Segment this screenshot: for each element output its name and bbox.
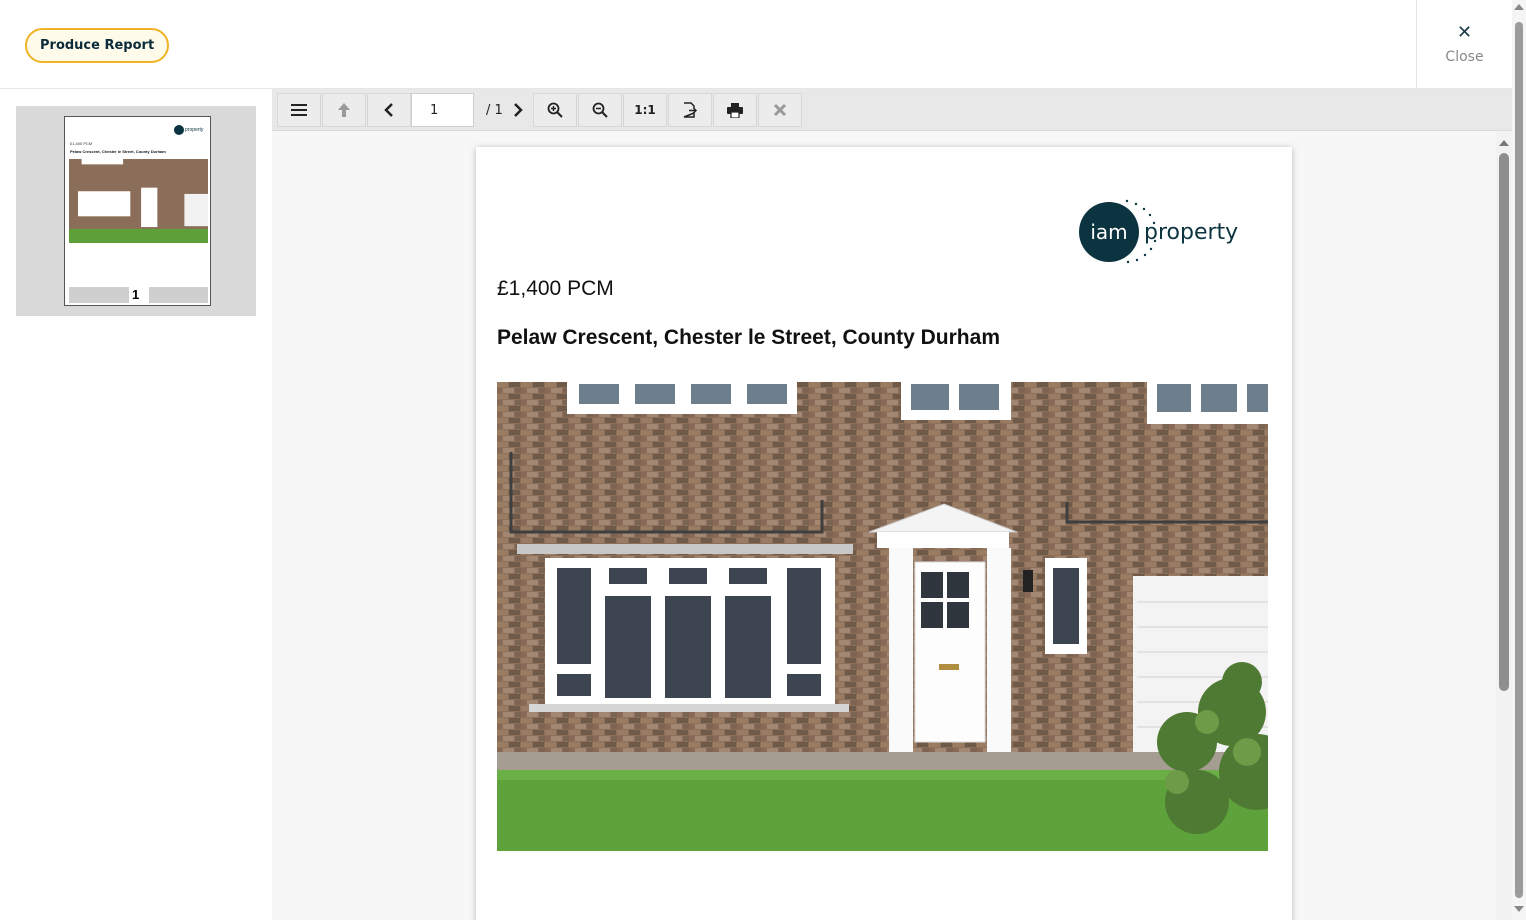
hamburger-menu-icon	[291, 104, 307, 116]
document-scrollbar-thumb[interactable]	[1499, 153, 1509, 691]
svg-text:property: property	[1144, 220, 1238, 245]
page-total: / 1	[486, 103, 503, 118]
toggle-sidebar-button[interactable]	[277, 93, 321, 127]
print-button[interactable]	[713, 93, 757, 127]
page-number-input[interactable]	[411, 93, 474, 127]
export-icon	[683, 102, 698, 118]
property-photo	[497, 382, 1268, 851]
pdf-viewer: / 1 1:1	[272, 89, 1512, 920]
chevron-left-icon	[384, 103, 393, 117]
close-document-button[interactable]	[758, 93, 802, 127]
close-label: Close	[1445, 49, 1484, 65]
thumbnail-footer-left	[69, 287, 129, 303]
next-page-button[interactable]	[504, 93, 532, 127]
thumbnail-sidebar: property £1,400 PCM Pelaw Crescent, Ches…	[0, 89, 272, 920]
page-scrollbar[interactable]	[1512, 0, 1526, 920]
export-button[interactable]	[668, 93, 712, 127]
thumbnail-page: property £1,400 PCM Pelaw Crescent, Ches…	[64, 116, 211, 306]
chevron-right-icon	[514, 103, 523, 117]
previous-page-button[interactable]	[367, 93, 411, 127]
property-price: £1,400 PCM	[497, 277, 614, 300]
thumbnail-price: £1,400 PCM	[70, 141, 93, 146]
property-address: Pelaw Crescent, Chester le Street, Count…	[497, 326, 1000, 349]
thumbnail-address: Pelaw Crescent, Chester le Street, Count…	[70, 149, 166, 154]
produce-report-button[interactable]: Produce Report	[25, 28, 170, 63]
thumbnail-photo	[69, 159, 208, 243]
close-button[interactable]: ✕ Close	[1416, 0, 1512, 89]
zoom-out-icon	[592, 102, 608, 118]
top-header: Produce Report ✕ Close	[0, 0, 1512, 89]
svg-text:iam: iam	[1090, 220, 1127, 244]
document-scrollbar[interactable]	[1496, 131, 1512, 920]
close-x-icon	[773, 103, 787, 117]
scroll-down-arrow-icon[interactable]	[1514, 906, 1524, 912]
arrow-up-icon	[338, 103, 350, 117]
document-scroll-up-icon[interactable]	[1499, 140, 1509, 146]
iam-property-logo: iam property	[1079, 199, 1238, 264]
zoom-in-icon	[547, 102, 563, 118]
document-area[interactable]: iam property £1,400 PCM Pelaw Crescent, …	[272, 131, 1512, 920]
thumbnail-page-number: 1	[132, 287, 140, 302]
actual-size-button[interactable]: 1:1	[623, 93, 667, 127]
zoom-in-button[interactable]	[533, 93, 577, 127]
page-thumbnail[interactable]: property £1,400 PCM Pelaw Crescent, Ches…	[16, 106, 256, 316]
viewer-toolbar: / 1 1:1	[272, 89, 1512, 131]
print-icon	[727, 102, 743, 118]
page-scrollbar-thumb[interactable]	[1515, 22, 1523, 898]
zoom-out-button[interactable]	[578, 93, 622, 127]
actual-size-label: 1:1	[634, 103, 656, 117]
first-page-button[interactable]	[322, 93, 366, 127]
thumbnail-logo: property	[174, 125, 204, 135]
scroll-up-arrow-icon[interactable]	[1514, 4, 1524, 10]
thumbnail-footer-right	[149, 287, 208, 303]
document-page: iam property £1,400 PCM Pelaw Crescent, …	[476, 147, 1292, 920]
close-icon: ✕	[1456, 22, 1473, 43]
